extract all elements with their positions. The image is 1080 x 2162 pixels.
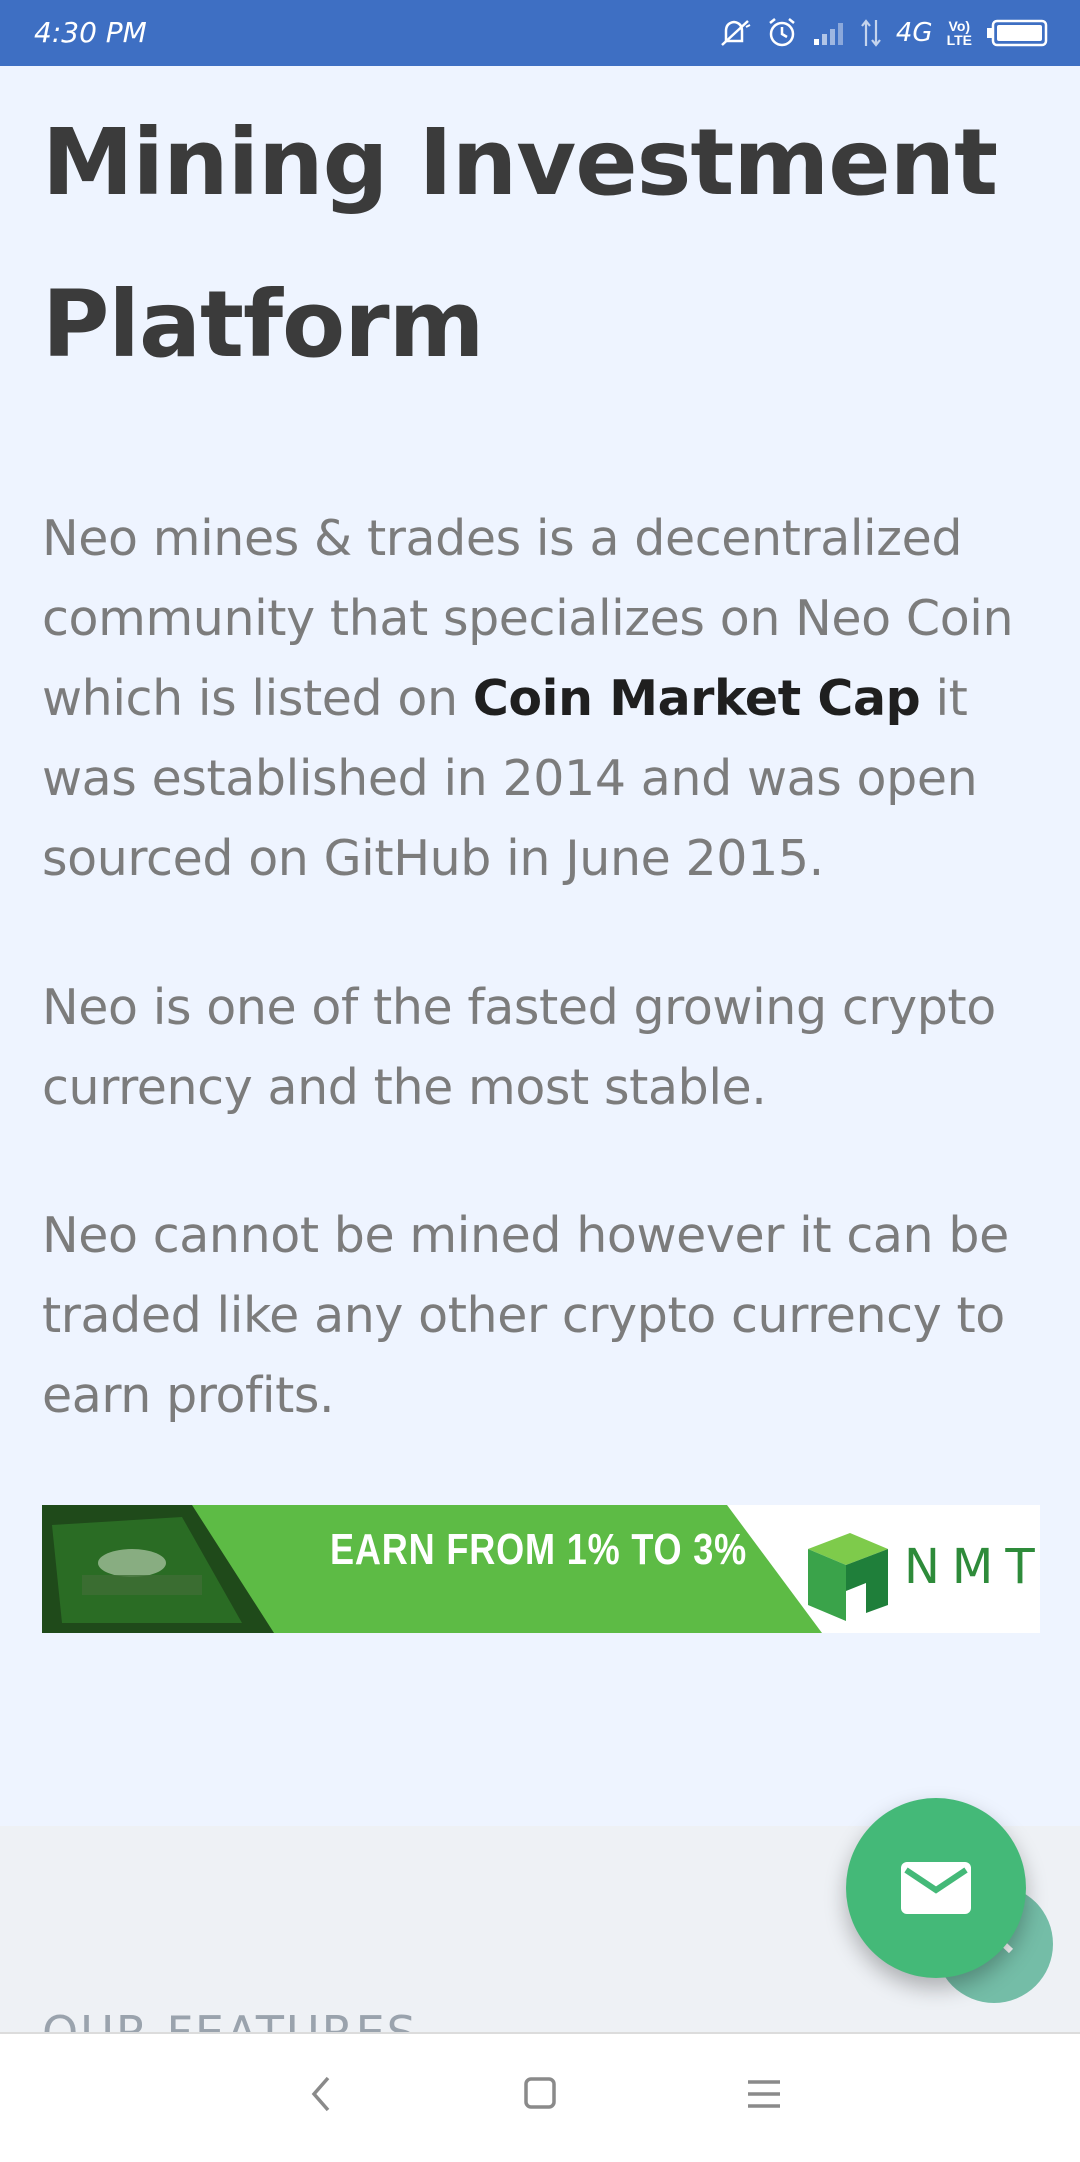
volte-bottom: LTE <box>946 32 972 48</box>
coin-market-cap-link[interactable]: Coin Market Cap <box>473 670 921 727</box>
volte-indicator: Vo) LTE <box>947 19 972 47</box>
status-bar: 4:30 PM 4G Vo) LTE <box>0 0 1080 66</box>
alarm-icon <box>769 18 795 47</box>
mute-icon <box>721 20 751 46</box>
banner-headline: EARN FROM 1% TO 3% <box>330 1525 748 1574</box>
mail-icon <box>901 1862 971 1914</box>
status-icons: 4G Vo) LTE <box>718 14 1048 52</box>
battery-icon <box>987 19 1048 47</box>
menu-icon[interactable] <box>746 2072 782 2116</box>
network-type: 4G <box>895 18 933 48</box>
signal-icon <box>813 23 843 45</box>
banner-brand: NMT <box>904 1539 1040 1595</box>
home-icon[interactable] <box>522 2072 558 2116</box>
nmt-logo-icon <box>808 1533 888 1621</box>
growth-paragraph: Neo is one of the fasted growing crypto … <box>42 979 996 1116</box>
system-nav-bar <box>0 2032 1080 2162</box>
intro-paragraph: Neo mines & trades is a decentralized co… <box>42 499 1042 899</box>
mail-button[interactable] <box>846 1798 1026 1978</box>
trading-paragraph: Neo cannot be mined however it can be tr… <box>42 1207 1009 1424</box>
back-icon[interactable] <box>306 2072 336 2116</box>
volte-top: Vo) <box>948 18 971 34</box>
status-time: 4:30 PM <box>34 16 147 49</box>
earn-banner[interactable]: EARN FROM 1% TO 3% NMT <box>42 1505 1040 1633</box>
page-title: Mining Investment Platform <box>42 109 998 378</box>
data-arrows-icon <box>861 19 881 47</box>
